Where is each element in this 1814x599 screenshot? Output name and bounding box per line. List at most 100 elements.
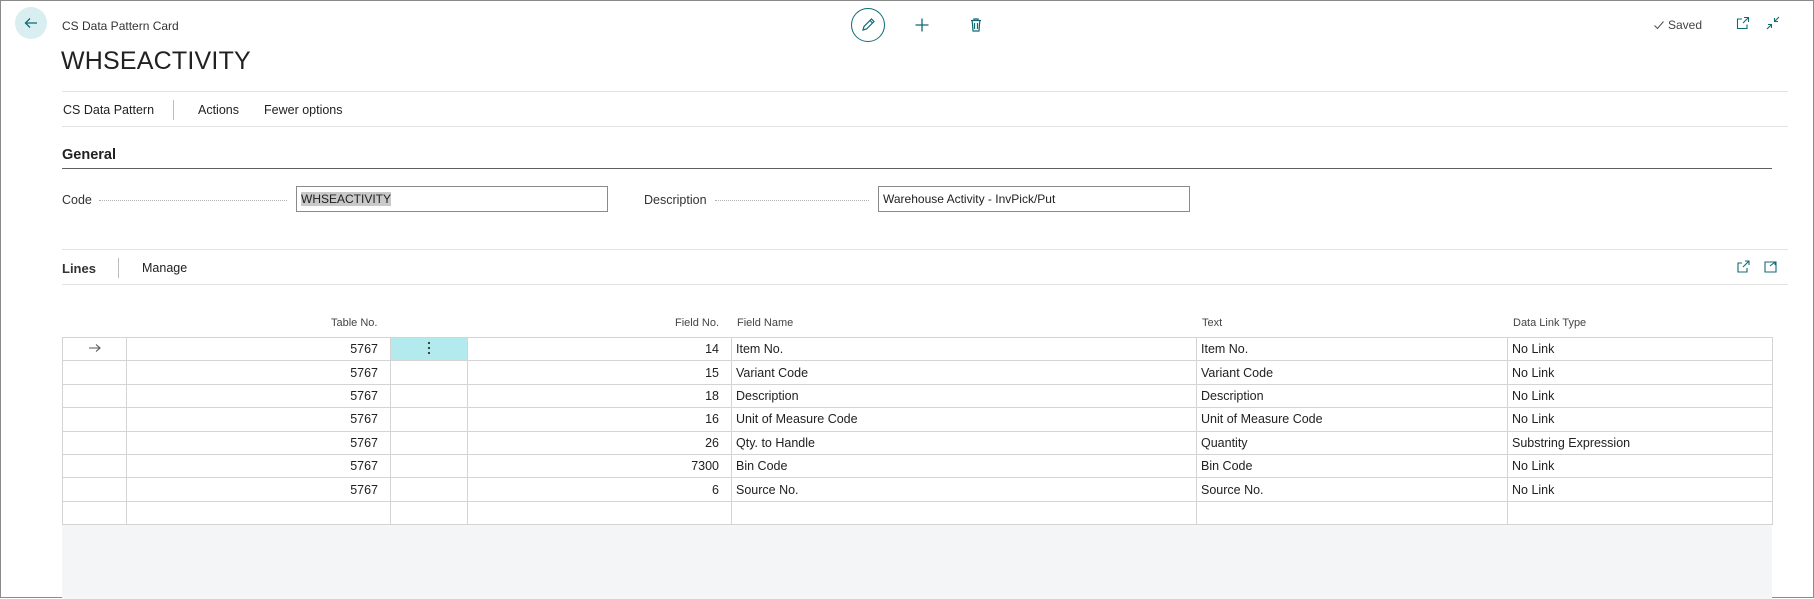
cell-field-name[interactable]: Variant Code [731,360,1197,385]
menu-fewer-options[interactable]: Fewer options [264,103,343,117]
cell-data-link-type[interactable]: No Link [1507,360,1773,385]
expand-button[interactable] [1763,259,1778,279]
cell-field-no[interactable]: 18 [467,383,732,409]
edit-button[interactable] [851,8,885,42]
row-menu-cell[interactable] [390,477,468,502]
row-selector[interactable] [62,336,127,362]
general-section-title[interactable]: General [62,147,116,163]
description-label: Description [644,193,707,207]
cell-field-no[interactable]: 15 [467,360,732,385]
cell-data-link-type[interactable] [1507,500,1773,526]
row-menu-cell[interactable] [390,336,468,362]
lines-grid: 5767 14 Item No. Item No. No Link 5767 15 Varia… [62,336,1773,526]
cell-field-no[interactable]: 14 [467,336,732,362]
lines-toolbar: Lines Manage [62,249,1788,285]
column-header-data-link-type[interactable]: Data Link Type [1513,317,1586,329]
table-row[interactable]: 5767 26 Qty. to Handle Quantity Substring Ex… [62,430,1773,455]
table-row[interactable]: 5767 14 Item No. Item No. No Link [62,336,1773,362]
cell-data-link-type[interactable]: No Link [1507,383,1773,409]
column-header-field-name[interactable]: Field Name [737,317,793,329]
row-menu-cell[interactable] [390,453,468,479]
cell-field-name[interactable]: Source No. [731,477,1197,502]
cell-text[interactable]: Bin Code [1196,453,1508,479]
cell-field-name[interactable] [731,500,1197,526]
row-menu-cell[interactable] [390,500,468,526]
cell-field-no[interactable] [467,500,732,526]
cell-field-no[interactable]: 7300 [467,453,732,479]
share-button[interactable] [1736,259,1751,279]
cell-text[interactable]: Source No. [1196,477,1508,502]
cell-field-name[interactable]: Qty. to Handle [731,430,1197,455]
table-row[interactable]: 5767 18 Description Description No Link [62,383,1773,409]
row-menu-cell[interactable] [390,360,468,385]
menu-cs-data-pattern[interactable]: CS Data Pattern [63,103,154,117]
cell-table-no[interactable]: 5767 [126,477,391,502]
row-menu-cell[interactable] [390,407,468,432]
manage-menu[interactable]: Manage [142,261,187,275]
cell-data-link-type[interactable]: No Link [1507,407,1773,432]
record-actions [851,8,993,42]
lines-tools [1736,259,1778,279]
cell-field-no[interactable]: 6 [467,477,732,502]
cell-data-link-type[interactable]: No Link [1507,336,1773,362]
saved-label: Saved [1668,18,1703,32]
column-header-text[interactable]: Text [1202,317,1222,329]
column-header-field-no[interactable]: Field No. [675,317,719,329]
cell-text[interactable]: Item No. [1196,336,1508,362]
window-controls [1733,13,1783,33]
table-row[interactable]: 5767 6 Source No. Source No. No Link [62,477,1773,502]
cell-text[interactable]: Variant Code [1196,360,1508,385]
row-selector[interactable] [62,430,127,455]
table-row[interactable]: 5767 15 Variant Code Variant Code No Link [62,360,1773,385]
row-menu-cell[interactable] [390,430,468,455]
lines-title[interactable]: Lines [62,261,96,276]
cell-text[interactable] [1196,500,1508,526]
delete-button[interactable] [959,8,993,42]
cell-data-link-type[interactable]: No Link [1507,477,1773,502]
menu-actions[interactable]: Actions [198,103,239,117]
saved-status: Saved [1653,18,1702,32]
row-selector[interactable] [62,407,127,432]
new-button[interactable] [905,8,939,42]
cell-table-no[interactable]: 5767 [126,407,391,432]
cell-field-no[interactable]: 16 [467,407,732,432]
table-row[interactable]: 5767 16 Unit of Measure Code Unit of Measur… [62,407,1773,432]
column-header-table-no[interactable]: Table No. [331,317,377,329]
cell-field-name[interactable]: Description [731,383,1197,409]
row-menu-cell[interactable] [390,383,468,409]
cell-data-link-type[interactable]: No Link [1507,453,1773,479]
description-leader-dots [715,200,869,201]
cell-data-link-type[interactable]: Substring Expression [1507,430,1773,455]
back-button[interactable] [15,7,47,39]
cell-table-no[interactable]: 5767 [126,360,391,385]
cell-table-no[interactable]: 5767 [126,383,391,409]
open-in-new-window-icon [1736,16,1750,30]
cell-field-name[interactable]: Bin Code [731,453,1197,479]
cell-table-no[interactable]: 5767 [126,336,391,362]
row-selector[interactable] [62,360,127,385]
table-row[interactable]: 5767 7300 Bin Code Bin Code No Link [62,453,1773,479]
open-in-new-window-button[interactable] [1733,13,1753,33]
page-caption: CS Data Pattern Card [62,19,179,33]
table-row[interactable] [62,500,1773,526]
row-selector[interactable] [62,453,127,479]
cell-text[interactable]: Quantity [1196,430,1508,455]
cell-text[interactable]: Unit of Measure Code [1196,407,1508,432]
cell-field-name[interactable]: Item No. [731,336,1197,362]
cell-field-name[interactable]: Unit of Measure Code [731,407,1197,432]
cell-field-no[interactable]: 26 [467,430,732,455]
row-selector[interactable] [62,383,127,409]
cell-table-no[interactable]: 5767 [126,453,391,479]
collapse-button[interactable] [1763,13,1783,33]
row-selector[interactable] [62,477,127,502]
cell-table-no[interactable]: 5767 [126,430,391,455]
row-selector[interactable] [62,500,127,526]
description-field[interactable]: Warehouse Activity - InvPick/Put [878,186,1190,212]
pencil-icon [862,18,875,31]
code-field[interactable]: WHSEACTIVITY [296,186,608,212]
cell-text[interactable]: Description [1196,383,1508,409]
trash-icon [971,18,981,32]
menu-separator [173,100,174,120]
cell-table-no[interactable] [126,500,391,526]
check-icon [1654,21,1664,30]
